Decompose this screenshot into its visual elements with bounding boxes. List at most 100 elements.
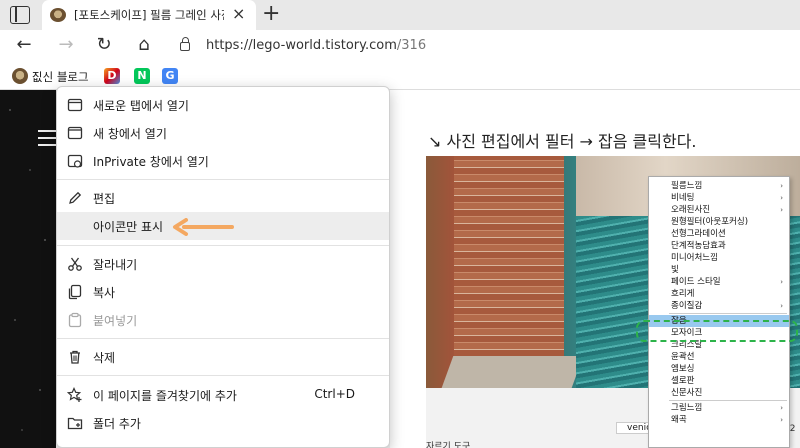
menu-item-label: 삭제 (93, 351, 116, 365)
menu-item-open-new-window[interactable]: 새 창에서 열기 (57, 119, 389, 147)
filter-menu-item: 셀로판 (649, 375, 789, 387)
screenshot-bottom-labels: 자르기 도구 (426, 442, 471, 448)
menu-item-label: InPrivate 창에서 열기 (93, 155, 209, 169)
chevron-right-icon: › (780, 416, 783, 424)
menu-item-label: 아이콘만 표시 (93, 220, 164, 234)
blog-favicon-icon (50, 8, 66, 22)
menu-item-label: 새 창에서 열기 (93, 127, 167, 141)
menu-item-open-inprivate[interactable]: InPrivate 창에서 열기 (57, 147, 389, 175)
filter-menu-label: 미니어처느낌 (671, 253, 718, 263)
filter-menu-item: 종이질감 › (649, 300, 789, 312)
menu-item-label: 붙여넣기 (93, 314, 138, 328)
filter-menu-label: 빛 (671, 265, 679, 275)
filter-menu-label: 비네팅 (671, 193, 695, 203)
inprivate-icon (67, 154, 83, 168)
filter-menu-item: 페이드 스타일 › (649, 276, 789, 288)
filter-menu-item: 왜곡 › (649, 414, 789, 426)
menu-item-label: 복사 (93, 286, 116, 300)
favorite-translate[interactable]: G (162, 67, 180, 85)
filter-menu-item: 단계적농담효과 (649, 240, 789, 252)
menu-item-delete[interactable]: 삭제 (57, 343, 389, 371)
highlight-dashed-box (636, 320, 798, 342)
filter-menu-item: 원형필터(아웃포커싱) (649, 216, 789, 228)
filter-menu-divider (669, 313, 787, 314)
filter-menu-label: 왜곡 (671, 415, 687, 425)
tab-actions-icon[interactable] (10, 6, 30, 24)
chevron-right-icon: › (780, 182, 783, 190)
favorite-label: 짒신 블로그 (32, 70, 89, 84)
menu-divider (57, 245, 389, 246)
menu-divider (57, 338, 389, 339)
menu-item-label: 이 페이지를 즐겨찾기에 추가 (93, 389, 237, 403)
filter-menu-label: 원형필터(아웃포커싱) (671, 217, 749, 227)
new-tab-icon (67, 98, 83, 112)
pencil-icon (69, 191, 82, 204)
menu-item-paste[interactable]: 붙여넣기 (57, 306, 389, 334)
menu-item-open-new-tab[interactable]: 새로운 탭에서 열기 (57, 91, 389, 119)
navigation-toolbar: ← → ↻ ⌂ https://lego-world.tistory.com/3… (0, 30, 800, 62)
lock-icon[interactable] (180, 37, 190, 51)
filter-menu-divider (669, 400, 787, 401)
menu-item-label: 편집 (93, 192, 116, 206)
menu-item-add-folder[interactable]: 폴더 추가 (57, 409, 389, 437)
filter-menu-item: 그림느낌 › (649, 402, 789, 414)
filter-menu-item: 선형그라데이션 (649, 228, 789, 240)
d-favicon-icon: D (104, 68, 120, 84)
blog-favicon-icon (12, 68, 28, 84)
menu-divider (57, 179, 389, 180)
menu-item-copy[interactable]: 복사 (57, 278, 389, 306)
menu-item-label: 새로운 탭에서 열기 (93, 99, 189, 113)
url-path: /316 (396, 38, 427, 53)
home-icon[interactable]: ⌂ (132, 34, 156, 56)
trash-icon (70, 350, 80, 364)
new-tab-icon[interactable]: + (262, 2, 280, 26)
menu-item-add-favorite[interactable]: 이 페이지를 즐겨찾기에 추가 Ctrl+D (57, 381, 389, 409)
address-bar[interactable]: https://lego-world.tistory.com/316 (174, 34, 784, 58)
url-text: https://lego-world.tistory.com/316 (206, 38, 426, 53)
url-host: https://lego-world.tistory.com (206, 38, 397, 53)
chevron-right-icon: › (780, 278, 783, 286)
tab-strip: [포토스케이프] 필름 그레인 사진 × + (0, 0, 800, 30)
filter-menu-item: 흐리게 (649, 288, 789, 300)
new-window-icon (67, 126, 83, 140)
filter-menu-label: 선형그라데이션 (671, 229, 726, 239)
folder-add-icon (67, 417, 83, 430)
menu-item-label: 잘라내기 (93, 258, 138, 272)
filter-menu-item: 오래된사진 › (649, 204, 789, 216)
article-instruction: ↘ 사진 편집에서 필터 → 잡음 클릭한다. (428, 132, 697, 151)
filter-menu-item: 필름느낌 › (649, 180, 789, 192)
filter-menu-label: 셀로판 (671, 376, 695, 386)
filter-menu-item: 빛 (649, 264, 789, 276)
scissors-icon (68, 257, 82, 271)
naver-favicon-icon: N (134, 68, 150, 84)
context-menu: 새로운 탭에서 열기 새 창에서 열기 InPrivate 창에서 열기 편집 … (56, 86, 390, 448)
menu-item-shortcut: Ctrl+D (314, 387, 355, 401)
chevron-right-icon: › (780, 194, 783, 202)
favorite-d[interactable]: D (104, 67, 122, 85)
hamburger-menu-icon[interactable] (38, 130, 56, 148)
star-add-icon (67, 387, 82, 402)
menu-item-edit[interactable]: 편집 (57, 184, 389, 212)
close-icon[interactable]: × (232, 5, 245, 23)
filter-menu-label: 페이드 스타일 (671, 277, 721, 287)
menu-item-cut[interactable]: 잘라내기 (57, 250, 389, 278)
paste-icon (68, 312, 82, 328)
refresh-icon[interactable]: ↻ (92, 34, 116, 56)
filter-menu-item: 미니어처느낌 (649, 252, 789, 264)
filter-menu-item: 신문사진 (649, 387, 789, 399)
forward-icon[interactable]: → (54, 34, 78, 56)
menu-divider (57, 375, 389, 376)
filter-menu-label: 필름느낌 (671, 181, 703, 191)
back-icon[interactable]: ← (12, 34, 36, 56)
menu-item-label: 폴더 추가 (93, 417, 141, 431)
translate-favicon-icon: G (162, 68, 178, 84)
tab-active[interactable]: [포토스케이프] 필름 그레인 사진 × (42, 0, 256, 30)
chevron-right-icon: › (780, 206, 783, 214)
favorite-naver[interactable]: N (134, 67, 152, 85)
filter-menu-label: 신문사진 (671, 388, 703, 398)
filter-menu-label: 엠보싱 (671, 364, 695, 374)
favorite-blog[interactable]: 짒신 블로그 (12, 67, 102, 85)
chevron-right-icon: › (780, 302, 783, 310)
filter-menu-label: 종이질감 (671, 301, 703, 311)
filter-menu-label: 오래된사진 (671, 205, 711, 215)
